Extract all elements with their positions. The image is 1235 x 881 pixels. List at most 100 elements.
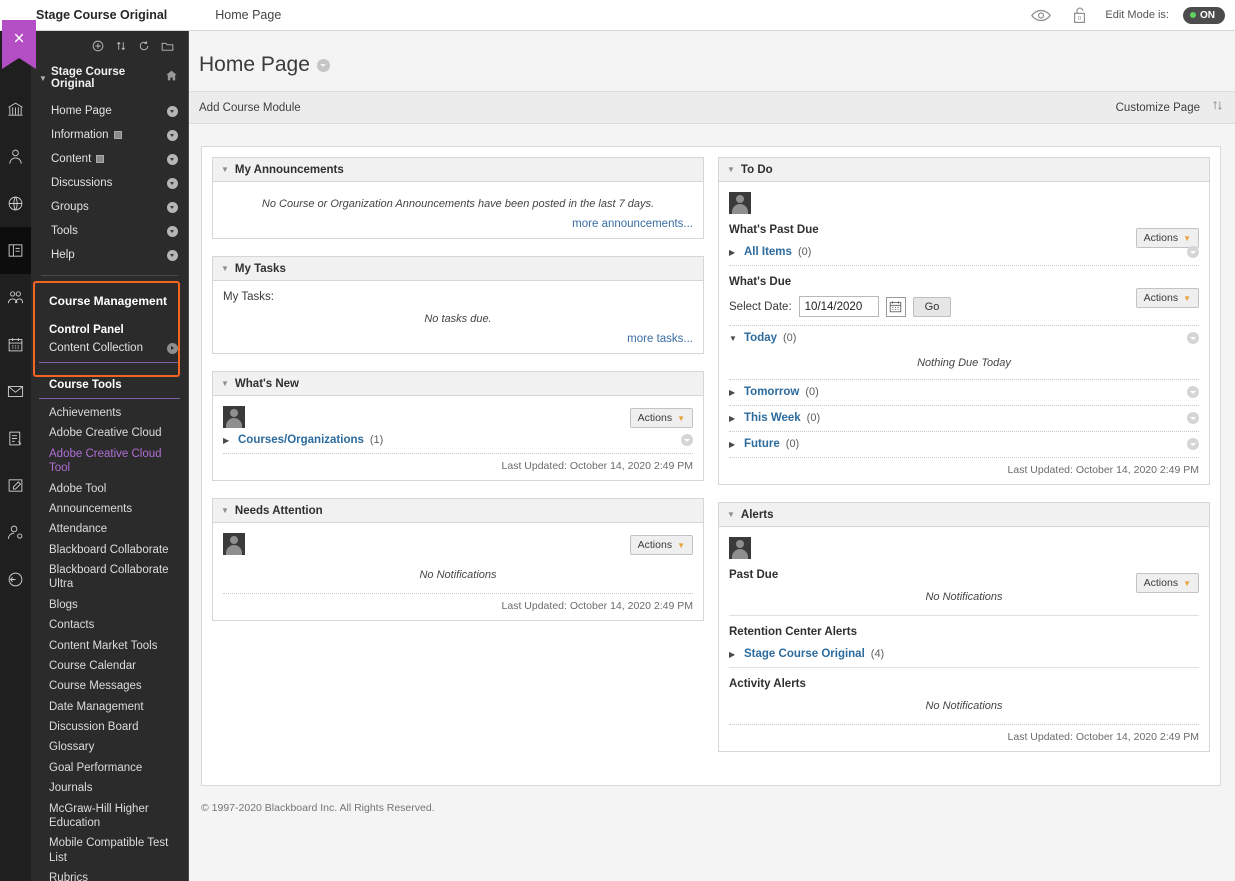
- institution-icon[interactable]: [0, 86, 31, 133]
- chevron-right-icon[interactable]: ▶: [223, 436, 232, 445]
- breadcrumb-page[interactable]: Home Page: [215, 8, 281, 22]
- chevron-down-icon[interactable]: [1187, 386, 1199, 398]
- collapse-menu-close-button[interactable]: ×: [2, 20, 36, 69]
- customize-page-button[interactable]: Customize Page: [1116, 102, 1200, 114]
- reorder-icon[interactable]: [1212, 99, 1223, 117]
- module-header[interactable]: ▼ My Tasks: [213, 257, 703, 281]
- admin-icon[interactable]: [0, 509, 31, 556]
- more-announcements-link[interactable]: more announcements...: [223, 212, 693, 232]
- refresh-menu-icon[interactable]: [138, 40, 150, 52]
- chevron-right-icon[interactable]: ▶: [729, 414, 738, 423]
- more-tasks-link[interactable]: more tasks...: [223, 327, 693, 347]
- page-title-chevron-down-icon[interactable]: [316, 58, 330, 72]
- add-menu-item-icon[interactable]: [92, 40, 104, 52]
- collapse-caret-icon[interactable]: ▼: [221, 264, 229, 273]
- course-tool-item[interactable]: McGraw-Hill Higher Education: [31, 799, 188, 834]
- course-tool-item[interactable]: Goal Performance: [31, 758, 188, 778]
- chevron-down-icon[interactable]: [167, 129, 178, 141]
- chevron-right-icon[interactable]: ▶: [729, 650, 738, 659]
- chevron-right-icon[interactable]: ▶: [729, 248, 738, 257]
- organizations-icon[interactable]: [0, 274, 31, 321]
- chevron-down-icon[interactable]: [167, 153, 178, 165]
- calendar-icon[interactable]: [0, 321, 31, 368]
- course-tool-item[interactable]: Course Messages: [31, 676, 188, 696]
- course-tool-item[interactable]: Adobe Creative Cloud: [31, 423, 188, 443]
- display-view-icon[interactable]: [161, 40, 174, 52]
- breadcrumb-course[interactable]: Stage Course Original: [36, 8, 167, 22]
- courses-icon[interactable]: [0, 227, 31, 274]
- course-tool-item[interactable]: Achievements: [31, 403, 188, 423]
- profile-icon[interactable]: [0, 133, 31, 180]
- chevron-right-icon[interactable]: ▶: [729, 440, 738, 449]
- module-header[interactable]: ▼ What's New: [213, 372, 703, 396]
- course-tool-item[interactable]: Content Market Tools: [31, 636, 188, 656]
- module-header[interactable]: ▼ Needs Attention: [213, 499, 703, 523]
- grades-icon[interactable]: [0, 415, 31, 462]
- whats-new-group-row[interactable]: ▶ Courses/Organizations (1): [223, 428, 693, 453]
- module-header[interactable]: ▼ My Announcements: [213, 158, 703, 182]
- course-tool-item[interactable]: Journals: [31, 778, 188, 798]
- todo-bucket-today[interactable]: ▼ Today (0): [729, 326, 1199, 351]
- course-tool-item[interactable]: Course Calendar: [31, 656, 188, 676]
- collapse-caret-icon[interactable]: ▼: [727, 510, 735, 519]
- bucket-label[interactable]: This Week: [744, 412, 801, 424]
- lock-icon[interactable]: 0: [1067, 4, 1091, 26]
- collapse-caret-icon[interactable]: ▼: [221, 165, 229, 174]
- select-date-input[interactable]: [798, 296, 879, 317]
- course-tool-item[interactable]: Adobe Tool: [31, 479, 188, 499]
- chevron-down-icon[interactable]: [1187, 412, 1199, 424]
- todo-bucket-this-week[interactable]: ▶ This Week (0): [729, 406, 1199, 431]
- bucket-label[interactable]: Tomorrow: [744, 386, 799, 398]
- chevron-down-icon[interactable]: [167, 249, 178, 261]
- chevron-down-icon[interactable]: [1187, 246, 1199, 258]
- course-menu-item-help[interactable]: Help: [31, 243, 188, 267]
- past-due-actions-button[interactable]: Actions ▼: [1135, 228, 1199, 248]
- calendar-picker-icon[interactable]: [885, 296, 906, 317]
- chevron-down-icon[interactable]: [1187, 332, 1199, 344]
- all-items-row[interactable]: ▶ All Items (0): [729, 240, 1199, 265]
- home-icon[interactable]: [165, 69, 178, 87]
- chevron-right-icon[interactable]: [167, 342, 178, 354]
- chevron-down-icon[interactable]: [167, 177, 178, 189]
- needs-attention-actions-button[interactable]: Actions ▼: [629, 535, 693, 555]
- course-menu-item-tools[interactable]: Tools: [31, 219, 188, 243]
- edit-mode-toggle[interactable]: ON: [1183, 6, 1225, 24]
- course-menu-item-home-page[interactable]: Home Page: [31, 99, 188, 123]
- todo-bucket-tomorrow[interactable]: ▶ Tomorrow (0): [729, 380, 1199, 405]
- add-course-module-button[interactable]: Add Course Module: [199, 102, 301, 114]
- course-menu-item-groups[interactable]: Groups: [31, 195, 188, 219]
- globe-icon[interactable]: [0, 180, 31, 227]
- courses-organizations-link[interactable]: Courses/Organizations: [238, 434, 364, 446]
- course-tool-item[interactable]: Mobile Compatible Test List: [31, 833, 188, 868]
- course-tool-item[interactable]: Blackboard Collaborate: [31, 540, 188, 560]
- chevron-down-icon[interactable]: [167, 201, 178, 213]
- messages-icon[interactable]: [0, 368, 31, 415]
- collapse-caret-icon[interactable]: ▼: [727, 165, 735, 174]
- whats-due-actions-button[interactable]: Actions ▼: [1135, 288, 1199, 308]
- all-items-link[interactable]: All Items: [744, 246, 792, 258]
- course-menu-title-row[interactable]: ▼ Stage Course Original: [31, 57, 188, 99]
- chevron-down-icon[interactable]: [167, 225, 178, 237]
- collapse-caret-icon[interactable]: ▼: [221, 379, 229, 388]
- whats-new-actions-button[interactable]: Actions ▼: [629, 408, 693, 428]
- bucket-label[interactable]: Today: [744, 332, 777, 344]
- todo-bucket-future[interactable]: ▶ Future (0): [729, 432, 1199, 457]
- alerts-actions-button[interactable]: Actions ▼: [1135, 573, 1199, 593]
- course-menu-item-content[interactable]: Content: [31, 147, 188, 171]
- signout-icon[interactable]: [0, 556, 31, 603]
- chevron-down-icon[interactable]: ▼: [729, 334, 738, 343]
- chevron-down-icon[interactable]: [681, 434, 693, 446]
- course-menu-item-discussions[interactable]: Discussions: [31, 171, 188, 195]
- bucket-label[interactable]: Future: [744, 438, 780, 450]
- chevron-down-icon[interactable]: [167, 105, 178, 117]
- retention-alert-row[interactable]: ▶ Stage Course Original (4): [729, 642, 1199, 667]
- course-tool-item[interactable]: Glossary: [31, 737, 188, 757]
- course-tool-item[interactable]: Contacts: [31, 615, 188, 635]
- collapse-caret-icon[interactable]: ▼: [221, 506, 229, 515]
- chevron-right-icon[interactable]: ▶: [729, 388, 738, 397]
- course-tool-item[interactable]: Date Management: [31, 697, 188, 717]
- eye-preview-icon[interactable]: [1029, 4, 1053, 26]
- course-tool-item[interactable]: Blackboard Collaborate Ultra: [31, 560, 188, 595]
- course-tool-item[interactable]: Adobe Creative Cloud Tool: [31, 444, 188, 479]
- retention-course-link[interactable]: Stage Course Original: [744, 648, 865, 660]
